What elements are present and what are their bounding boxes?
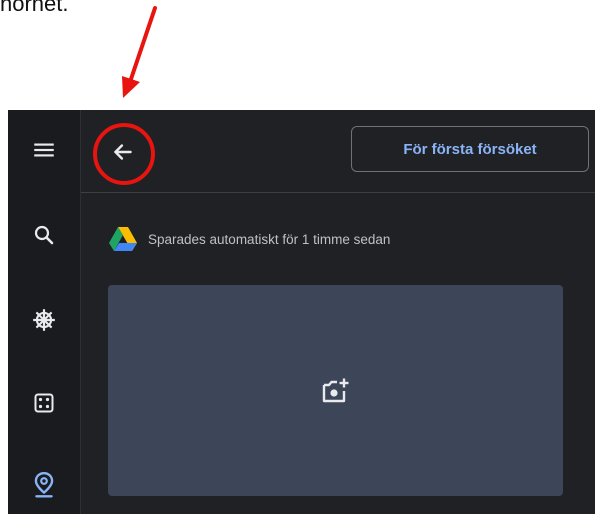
- annotation-caption: hörnet.: [0, 0, 69, 16]
- add-photo-area[interactable]: [108, 285, 563, 496]
- rail-search-button[interactable]: [24, 215, 64, 255]
- rail-location-button[interactable]: [24, 465, 64, 505]
- back-button[interactable]: [103, 132, 143, 172]
- google-drive-icon: [109, 227, 137, 251]
- menu-icon: [34, 143, 54, 157]
- autosave-status: Sparades automatiskt för 1 timme sedan: [108, 226, 390, 252]
- first-attempt-button[interactable]: För första försöket: [351, 126, 589, 172]
- location-pin-icon: [34, 471, 54, 498]
- annotation-area: hörnet.: [0, 0, 595, 110]
- top-bar: För första försöket: [81, 110, 595, 193]
- rail-explore-button[interactable]: [24, 300, 64, 340]
- dice-icon: [34, 393, 54, 413]
- main-panel: För första försöket Sparades automatiskt…: [81, 110, 595, 514]
- autosave-text: Sparades automatiskt för 1 timme sedan: [148, 231, 391, 247]
- add-photo-icon: [322, 378, 348, 402]
- annotation-arrow-icon: [122, 6, 157, 98]
- rail-menu-button[interactable]: [24, 130, 64, 170]
- rail-random-button[interactable]: [24, 383, 64, 423]
- ship-wheel-icon: [33, 309, 55, 331]
- search-icon: [34, 225, 54, 245]
- navigation-rail: [8, 110, 81, 514]
- app-window: För första försöket Sparades automatiskt…: [8, 110, 595, 514]
- arrow-left-icon: [114, 144, 132, 160]
